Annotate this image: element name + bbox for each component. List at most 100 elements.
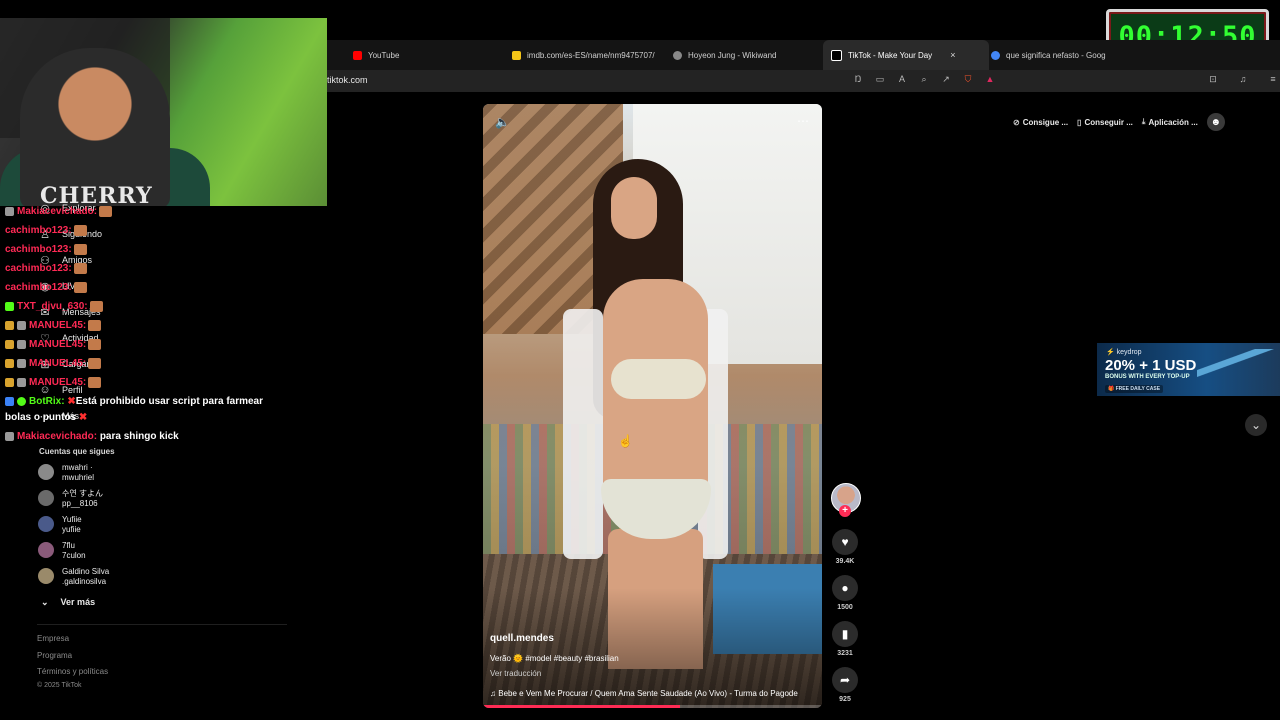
brave-rewards-icon[interactable]: ▲ bbox=[984, 74, 996, 85]
button-label: Consigue ... bbox=[1022, 117, 1069, 127]
browser-toolbar-right: ⊡ ♫ ≡ bbox=[1207, 74, 1279, 85]
wikiwand-icon bbox=[673, 50, 682, 60]
tab-wikiwand[interactable]: Hoyeon Jung - Wikiwand bbox=[673, 40, 813, 70]
chat-user: MANUEL45: bbox=[29, 320, 87, 332]
tab-google[interactable]: que significa nefasto - Goog bbox=[991, 40, 1106, 70]
emote-icon bbox=[73, 282, 87, 293]
share-icon[interactable]: ↗ bbox=[940, 74, 952, 85]
volume-icon[interactable]: 🔈 bbox=[495, 115, 510, 129]
tab-youtube[interactable]: YouTube bbox=[353, 40, 493, 70]
video-username[interactable]: quell.mendes bbox=[490, 633, 554, 644]
subject-shirt-left bbox=[563, 309, 603, 559]
emote-icon bbox=[73, 263, 87, 274]
get-coins-button[interactable]: ⊘ Consigue ... bbox=[1013, 118, 1068, 127]
translate-icon[interactable]: A bbox=[896, 74, 908, 85]
tab-label: TikTok - Make Your Day bbox=[848, 50, 933, 60]
get-app-button[interactable]: ▯ Conseguir ... bbox=[1077, 118, 1133, 127]
desktop-app-button[interactable]: ⤓ Aplicación ... bbox=[1142, 117, 1198, 127]
profile-avatar-icon[interactable]: ☻ bbox=[1206, 113, 1225, 131]
user-badge-icon bbox=[17, 340, 26, 349]
tab-tiktok[interactable]: TikTok - Make Your Day × bbox=[823, 40, 989, 70]
chat-message-bot-cont: bolas o puntos ✖ bbox=[5, 412, 87, 423]
following-account[interactable]: Yufiie yufiie bbox=[38, 515, 82, 535]
tab-label: YouTube bbox=[368, 50, 400, 60]
chat-message: cachimbo123: bbox=[5, 244, 87, 255]
video-player[interactable]: 🔈 ⋯ quell.mendes Verão 🌞 #model #beauty … bbox=[483, 104, 822, 708]
media-icon[interactable]: ♫ bbox=[1237, 74, 1249, 85]
chat-user: MANUEL45: bbox=[29, 377, 87, 389]
coin-icon: ⊘ bbox=[1013, 117, 1020, 127]
avatar bbox=[38, 490, 54, 506]
follow-plus-icon[interactable]: + bbox=[839, 505, 851, 517]
button-label: Conseguir ... bbox=[1084, 117, 1133, 127]
like-button[interactable]: ♥ 39.4K bbox=[830, 529, 860, 565]
brave-shield-icon[interactable]: ⛉ bbox=[962, 74, 974, 85]
translate-link[interactable]: Ver traducción bbox=[490, 669, 541, 678]
crown-badge-icon bbox=[5, 359, 14, 368]
menu-icon[interactable]: ≡ bbox=[1267, 74, 1279, 85]
footer-link-company[interactable]: Empresa bbox=[37, 634, 69, 643]
following-title: Cuentas que sigues bbox=[39, 447, 115, 456]
video-progress-fill bbox=[483, 705, 680, 708]
comment-button[interactable]: ● 1500 bbox=[830, 575, 860, 611]
account-name: Yufiie bbox=[62, 515, 82, 524]
cast-icon[interactable]: ▭ bbox=[874, 74, 886, 85]
share-count: 925 bbox=[839, 696, 851, 703]
emote-icon bbox=[73, 244, 87, 255]
see-more-button[interactable]: ⌄ Ver más bbox=[41, 597, 95, 608]
ad-headline: 20% + 1 USD bbox=[1105, 357, 1197, 374]
following-account[interactable]: 수연 すよん pp__8106 bbox=[38, 489, 103, 509]
chat-user: MANUEL45: bbox=[29, 339, 87, 351]
sidebar-toggle-icon[interactable]: ⊡ bbox=[1207, 74, 1219, 85]
chat-message: MANUEL45: bbox=[5, 358, 102, 369]
comment-count: 1500 bbox=[837, 604, 853, 611]
address-bar[interactable]: tiktok.com Ŋ ▭ A ⌕ ↗ ⛉ ▲ ⊡ ♫ ≡ bbox=[327, 70, 1280, 92]
following-account[interactable]: mwahri · mwuhriel bbox=[38, 463, 94, 483]
subject-face bbox=[611, 177, 657, 239]
chat-message: TXT_djvu_630: bbox=[5, 301, 103, 312]
keydrop-ad-banner[interactable]: ⚡ keydrop 20% + 1 USD BONUS WITH EVERY T… bbox=[1097, 343, 1280, 396]
chat-user: cachimbo123: bbox=[5, 225, 72, 237]
more-options-icon[interactable]: ⋯ bbox=[797, 114, 810, 128]
chat-user: cachimbo123: bbox=[5, 263, 72, 275]
save-button[interactable]: ▮ 3231 bbox=[830, 621, 860, 657]
user-badge-icon bbox=[5, 207, 14, 216]
chevron-down-icon: ⌄ bbox=[41, 597, 49, 607]
imdb-icon bbox=[512, 50, 521, 60]
emote-icon bbox=[88, 358, 102, 369]
song-title: Bebe e Vem Me Procurar / Quem Ama Sente … bbox=[498, 689, 798, 698]
video-song[interactable]: ♫ Bebe e Vem Me Procurar / Quem Ama Sent… bbox=[490, 689, 815, 698]
crown-badge-icon bbox=[5, 378, 14, 387]
chat-message: cachimbo123: bbox=[5, 263, 87, 274]
chat-user: Makiacevichado: bbox=[17, 206, 98, 218]
chat-user: cachimbo123: bbox=[5, 244, 72, 256]
tab-label: Hoyeon Jung - Wikiwand bbox=[688, 50, 777, 60]
chat-message-bot: BotRix: ✖Está prohibido usar script para… bbox=[5, 396, 263, 407]
chat-text: bolas o puntos bbox=[5, 412, 77, 423]
download-icon: ⤓ bbox=[1141, 117, 1146, 126]
phone-icon: ▯ bbox=[1077, 117, 1082, 127]
following-account[interactable]: Galdino Silva .galdinosilva bbox=[38, 567, 109, 587]
chat-message: Makiacevichado: bbox=[5, 206, 113, 218]
see-more-label: Ver más bbox=[60, 597, 96, 607]
zoom-icon[interactable]: ⌕ bbox=[918, 74, 930, 85]
url-text[interactable]: tiktok.com bbox=[327, 75, 368, 85]
chat-text: Está prohibido usar script para farmear bbox=[75, 396, 264, 407]
chat-user: cachimbo123: bbox=[5, 282, 72, 294]
account-handle: pp__8106 bbox=[62, 499, 98, 508]
avatar bbox=[38, 464, 54, 480]
close-tab-icon[interactable]: × bbox=[950, 50, 955, 60]
reader-mode-icon[interactable]: Ŋ bbox=[852, 74, 864, 85]
footer-copyright: © 2025 TikTok bbox=[37, 682, 82, 689]
footer-link-terms[interactable]: Términos y políticas bbox=[37, 667, 108, 676]
save-count: 3231 bbox=[837, 650, 853, 657]
next-video-button[interactable]: ⌄ bbox=[1245, 414, 1267, 436]
account-handle: yufiie bbox=[62, 525, 81, 534]
account-handle: mwuhriel bbox=[62, 473, 95, 482]
tab-imdb[interactable]: imdb.com/es-ES/name/nm9475707/ bbox=[512, 40, 657, 70]
footer-link-program[interactable]: Programa bbox=[37, 651, 72, 660]
following-account[interactable]: 7flu 7culon bbox=[38, 541, 86, 561]
chat-message: MANUEL45: bbox=[5, 320, 102, 332]
share-button[interactable]: ➦ 925 bbox=[830, 667, 860, 703]
video-progress-bar[interactable] bbox=[483, 705, 822, 708]
